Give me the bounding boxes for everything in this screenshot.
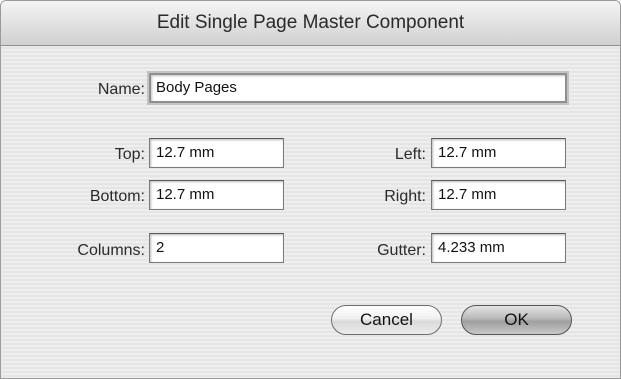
top-field[interactable]: 12.7 mm: [149, 138, 284, 168]
left-field[interactable]: 12.7 mm: [431, 138, 566, 168]
right-field[interactable]: 12.7 mm: [431, 180, 566, 210]
gutter-label: Gutter:: [377, 242, 426, 259]
columns-label: Columns:: [77, 242, 145, 259]
top-label: Top:: [114, 146, 145, 163]
bottom-label: Bottom:: [89, 188, 145, 205]
edit-master-dialog: Edit Single Page Master Component Name: …: [0, 0, 621, 379]
columns-field[interactable]: 2: [149, 233, 284, 263]
cancel-button[interactable]: Cancel: [331, 305, 442, 335]
bottom-field[interactable]: 12.7 mm: [149, 180, 284, 210]
name-field[interactable]: Body Pages: [149, 73, 567, 103]
right-label: Right:: [384, 188, 426, 205]
name-label: Name:: [97, 81, 145, 98]
dialog-title: Edit Single Page Master Component: [1, 1, 620, 46]
gutter-field[interactable]: 4.233 mm: [431, 233, 566, 263]
ok-button[interactable]: OK: [461, 305, 572, 335]
left-label: Left:: [394, 146, 426, 163]
